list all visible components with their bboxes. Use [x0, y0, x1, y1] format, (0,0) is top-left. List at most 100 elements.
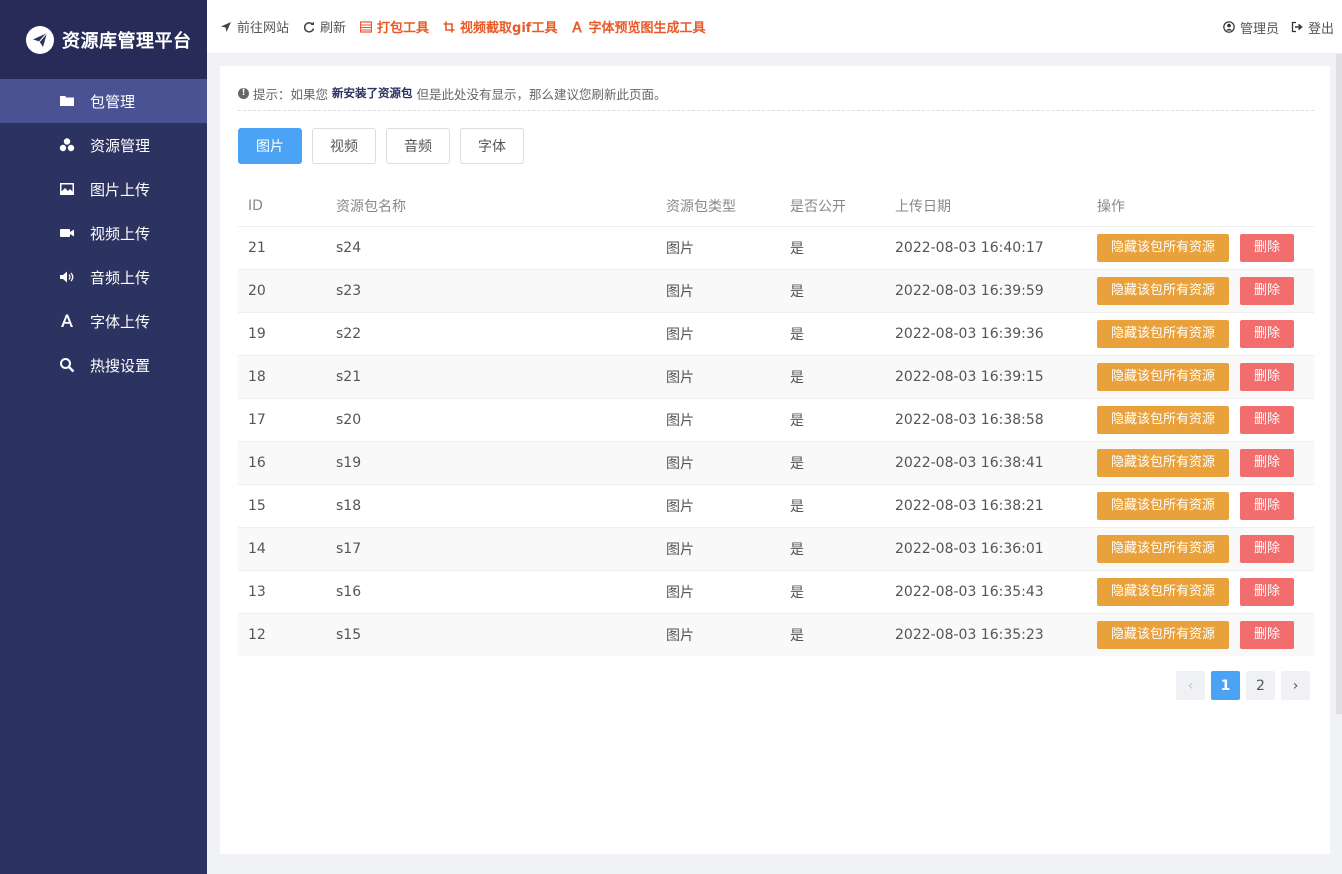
table-row: 16 s19 图片是 2022-08-03 16:38:41 隐藏该包所有资源 删除 — [238, 440, 1314, 484]
goto-site-label: 前往网站 — [237, 21, 290, 36]
cell-type: 图片 — [656, 483, 780, 527]
hide-resources-button[interactable]: 隐藏该包所有资源 — [1097, 491, 1230, 520]
tab-video[interactable]: 视频 — [312, 128, 376, 164]
cell-date: 2022-08-03 16:35:43 — [885, 569, 1087, 613]
delete-button[interactable]: 删除 — [1240, 405, 1295, 434]
cell-actions: 隐藏该包所有资源 删除 — [1087, 311, 1314, 355]
cell-date: 2022-08-03 16:35:23 — [885, 612, 1087, 656]
sidebar-item-label: 热搜设置 — [90, 356, 151, 375]
page-1-button[interactable]: 1 — [1211, 671, 1240, 700]
sidebar-item-video-upload[interactable]: 视频上传 — [0, 211, 207, 255]
prev-page-button[interactable]: ‹ — [1176, 671, 1205, 700]
table-body: 21 s24 图片是 2022-08-03 16:40:17 隐藏该包所有资源 删除 20 s… — [238, 225, 1314, 656]
sidebar-item-package[interactable]: 包管理 — [0, 79, 207, 123]
cell-actions: 隐藏该包所有资源 删除 — [1087, 397, 1314, 441]
column-header-public: 是否公开 — [790, 198, 846, 215]
cell-name: s23 — [326, 268, 656, 312]
cell-actions: 隐藏该包所有资源 删除 — [1087, 612, 1314, 656]
sidebar-item-resources[interactable]: 资源管理 — [0, 123, 207, 167]
pagination: ‹ 1 2 › — [1170, 671, 1310, 700]
hide-resources-button[interactable]: 隐藏该包所有资源 — [1097, 276, 1230, 305]
cell-id: 21 — [238, 225, 326, 269]
goto-site-link[interactable]: 前往网站 — [220, 17, 289, 36]
hide-resources-button[interactable]: 隐藏该包所有资源 — [1097, 233, 1230, 262]
delete-button[interactable]: 删除 — [1240, 534, 1295, 563]
table-row: 13 s16 图片是 2022-08-03 16:35:43 隐藏该包所有资源 删除 — [238, 569, 1314, 613]
table-row: 12 s15 图片是 2022-08-03 16:35:23 隐藏该包所有资源 删除 — [238, 612, 1314, 656]
app-title: 资源库管理平台 — [62, 30, 192, 52]
cell-date: 2022-08-03 16:39:59 — [885, 268, 1087, 312]
cell-type: 图片 — [656, 225, 780, 269]
sidebar: 资源库管理平台 包管理 资源管理 图片上传 视频上传 音频上传 字体上传 热搜设… — [0, 0, 207, 874]
next-page-button[interactable]: › — [1281, 671, 1310, 700]
column-header-date: 上传日期 — [895, 198, 951, 215]
delete-button[interactable]: 删除 — [1240, 233, 1295, 262]
cell-id: 14 — [238, 526, 326, 570]
sidebar-item-font-upload[interactable]: 字体上传 — [0, 299, 207, 343]
top-bar: 前往网站 刷新 打包工具 视频截取gif工具 字体预览图生成工具 管理员 登出 — [207, 0, 1342, 54]
table-row: 15 s18 图片是 2022-08-03 16:38:21 隐藏该包所有资源 删除 — [238, 483, 1314, 527]
delete-button[interactable]: 删除 — [1240, 620, 1295, 649]
sidebar-item-label: 视频上传 — [90, 224, 151, 243]
location-arrow-icon — [221, 21, 231, 32]
font-icon — [58, 312, 76, 330]
sidebar-nav: 包管理 资源管理 图片上传 视频上传 音频上传 字体上传 热搜设置 — [0, 79, 207, 387]
search-icon — [58, 356, 76, 374]
hide-resources-button[interactable]: 隐藏该包所有资源 — [1097, 362, 1230, 391]
delete-button[interactable]: 删除 — [1240, 362, 1295, 391]
volume-icon — [58, 268, 76, 286]
hide-resources-button[interactable]: 隐藏该包所有资源 — [1097, 620, 1230, 649]
tab-audio[interactable]: 音频 — [386, 128, 450, 164]
cell-id: 12 — [238, 612, 326, 656]
refresh-icon — [303, 21, 315, 33]
delete-button[interactable]: 删除 — [1240, 448, 1295, 477]
tab-image[interactable]: 图片 — [238, 128, 302, 164]
sidebar-item-label: 字体上传 — [90, 312, 151, 331]
cell-type: 图片 — [656, 268, 780, 312]
scrollbar[interactable] — [1336, 54, 1342, 714]
cell-type: 图片 — [656, 354, 780, 398]
cell-type: 图片 — [656, 440, 780, 484]
cell-id: 15 — [238, 483, 326, 527]
gif-tool-link[interactable]: 视频截取gif工具 — [443, 17, 557, 36]
cell-public: 是 — [780, 526, 885, 570]
column-header-type: 资源包类型 — [666, 198, 736, 215]
page-2-button[interactable]: 2 — [1246, 671, 1275, 700]
sidebar-item-hot-search[interactable]: 热搜设置 — [0, 343, 207, 387]
pack-tool-link[interactable]: 打包工具 — [360, 17, 429, 36]
column-header-id: ID — [248, 197, 263, 214]
hide-resources-button[interactable]: 隐藏该包所有资源 — [1097, 577, 1230, 606]
delete-button[interactable]: 删除 — [1240, 577, 1295, 606]
refresh-link[interactable]: 刷新 — [303, 17, 346, 36]
cell-actions: 隐藏该包所有资源 删除 — [1087, 354, 1314, 398]
cell-name: s19 — [326, 440, 656, 484]
delete-button[interactable]: 删除 — [1240, 491, 1295, 520]
hide-resources-button[interactable]: 隐藏该包所有资源 — [1097, 534, 1230, 563]
delete-button[interactable]: 删除 — [1240, 319, 1295, 348]
sidebar-item-image-upload[interactable]: 图片上传 — [0, 167, 207, 211]
admin-menu[interactable]: 管理员 — [1223, 18, 1279, 37]
hide-resources-button[interactable]: 隐藏该包所有资源 — [1097, 405, 1230, 434]
logout-link[interactable]: 登出 — [1291, 18, 1334, 37]
table-row: 20 s23 图片是 2022-08-03 16:39:59 隐藏该包所有资源 删除 — [238, 268, 1314, 312]
table-header-row: ID 资源包名称 资源包类型 是否公开 上传日期 操作 — [238, 186, 1314, 226]
hide-resources-button[interactable]: 隐藏该包所有资源 — [1097, 448, 1230, 477]
font-icon — [572, 21, 583, 32]
cell-type: 图片 — [656, 397, 780, 441]
cell-name: s24 — [326, 225, 656, 269]
archive-icon — [360, 20, 373, 33]
cell-name: s20 — [326, 397, 656, 441]
tab-font[interactable]: 字体 — [460, 128, 524, 164]
cell-type: 图片 — [656, 612, 780, 656]
cell-name: s18 — [326, 483, 656, 527]
sidebar-item-audio-upload[interactable]: 音频上传 — [0, 255, 207, 299]
package-table: ID 资源包名称 资源包类型 是否公开 上传日期 操作 21 s24 图片是 2022… — [238, 186, 1314, 656]
cell-id: 18 — [238, 354, 326, 398]
cell-name: s17 — [326, 526, 656, 570]
table-row: 18 s21 图片是 2022-08-03 16:39:15 隐藏该包所有资源 删除 — [238, 354, 1314, 398]
cell-public: 是 — [780, 397, 885, 441]
font-tool-link[interactable]: 字体预览图生成工具 — [571, 17, 705, 36]
table-row: 17 s20 图片是 2022-08-03 16:38:58 隐藏该包所有资源 删除 — [238, 397, 1314, 441]
hide-resources-button[interactable]: 隐藏该包所有资源 — [1097, 319, 1230, 348]
delete-button[interactable]: 删除 — [1240, 276, 1295, 305]
